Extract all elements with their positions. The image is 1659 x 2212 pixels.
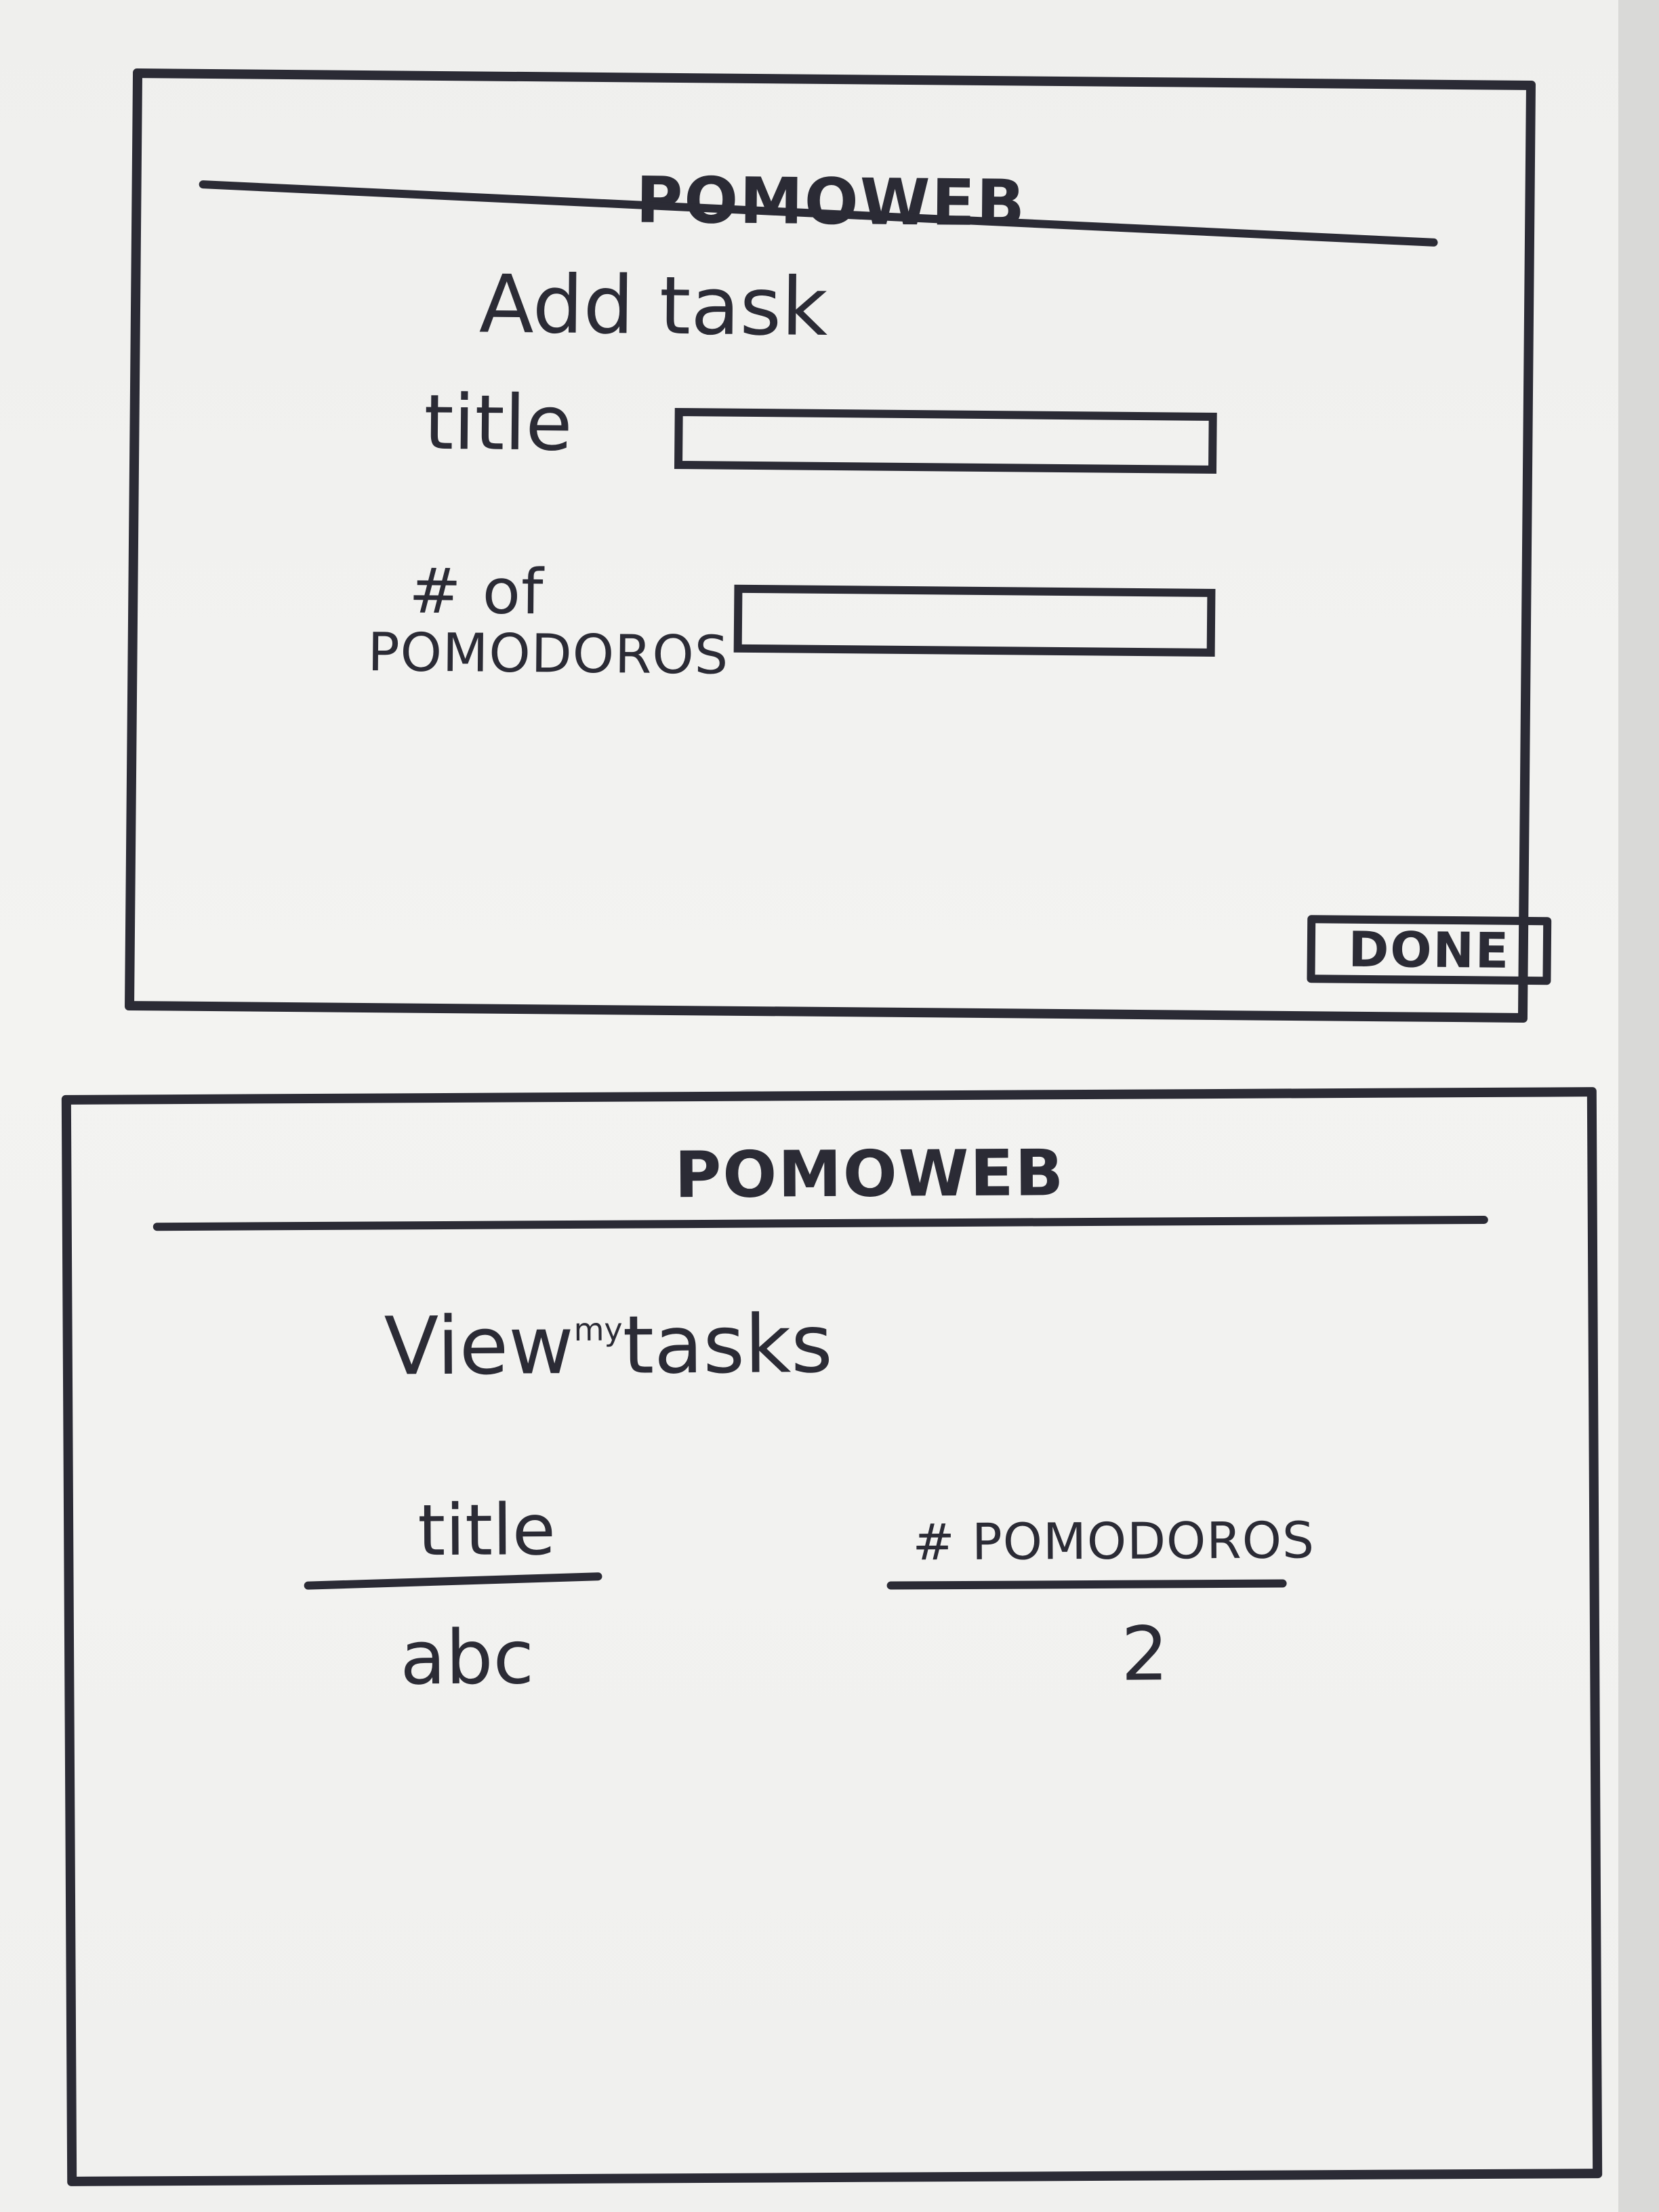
title-input[interactable]	[674, 407, 1217, 474]
table-cell-title: abc	[399, 1614, 535, 1702]
view-tasks-screen: POMOWEB Viewmytasks title # POMODOROS ab…	[61, 1087, 1603, 2186]
pomodoros-label-line1: # of	[408, 554, 544, 629]
brand-title: POMOWEB	[635, 163, 1027, 241]
header-divider	[152, 1215, 1488, 1231]
page-title: Viewmytasks	[384, 1297, 833, 1393]
pomodoros-input[interactable]	[733, 584, 1216, 657]
add-task-screen: POMOWEB Add task title # of POMODOROS DO…	[124, 68, 1552, 1023]
page-title: Add task	[478, 257, 829, 354]
page-title-insert-my: my	[573, 1311, 623, 1348]
done-button[interactable]: DONE	[1307, 915, 1552, 985]
column-header-pomodoros: # POMODOROS	[912, 1511, 1315, 1572]
column-header-title: title	[417, 1488, 556, 1572]
brand-title: POMOWEB	[674, 1136, 1065, 1213]
column-header-pomodoros-underline	[886, 1579, 1287, 1590]
page-title-word-view: View	[384, 1298, 575, 1393]
page-title-word-tasks: tasks	[622, 1296, 834, 1392]
table-row: abc 2	[71, 1097, 1587, 1701]
pomodoros-label-line2: POMODOROS	[367, 622, 729, 687]
paper-edge	[1618, 0, 1659, 2212]
column-header-title-underline	[304, 1572, 602, 1590]
title-label: title	[423, 378, 573, 468]
table-cell-pomodoros: 2	[1120, 1610, 1169, 1698]
task-table: title # POMODOROS abc 2	[71, 1097, 1587, 1701]
